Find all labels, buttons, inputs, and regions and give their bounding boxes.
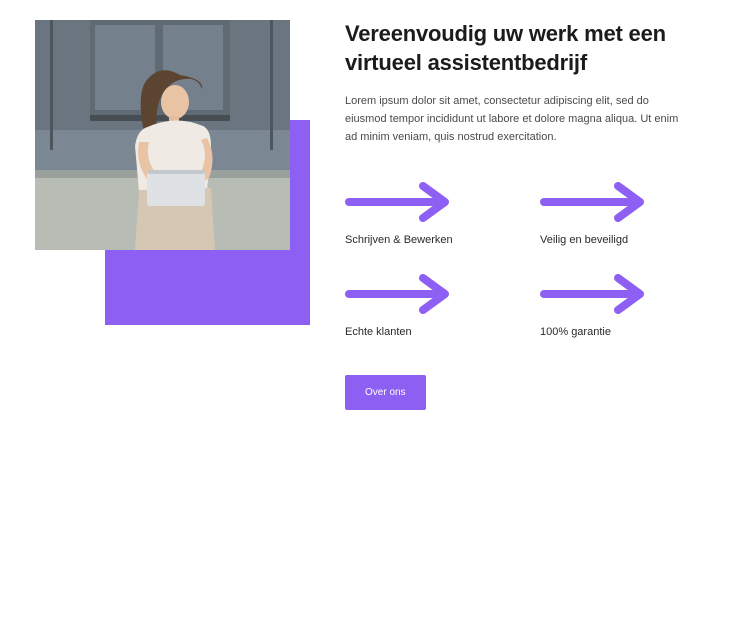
page-heading: Vereenvoudig uw werk met een virtueel as… bbox=[345, 20, 715, 77]
feature-label: Veilig en beveiligd bbox=[540, 234, 715, 246]
hero-image bbox=[35, 20, 290, 250]
about-button[interactable]: Over ons bbox=[345, 375, 426, 410]
page-container: Vereenvoudig uw werk met een virtueel as… bbox=[0, 0, 750, 430]
right-column: Vereenvoudig uw werk met een virtueel as… bbox=[345, 20, 715, 410]
arrow-right-icon bbox=[540, 182, 660, 222]
arrow-right-icon bbox=[540, 274, 660, 314]
arrow-right-icon bbox=[345, 274, 465, 314]
arrow-right-icon bbox=[345, 182, 465, 222]
feature-item: Echte klanten bbox=[345, 274, 520, 338]
feature-item: Veilig en beveiligd bbox=[540, 182, 715, 246]
feature-label: Echte klanten bbox=[345, 326, 520, 338]
feature-label: Schrijven & Bewerken bbox=[345, 234, 520, 246]
left-column bbox=[35, 20, 315, 300]
features-grid: Schrijven & Bewerken Veilig en beveiligd bbox=[345, 182, 715, 338]
body-text: Lorem ipsum dolor sit amet, consectetur … bbox=[345, 92, 685, 146]
feature-item: 100% garantie bbox=[540, 274, 715, 338]
feature-label: 100% garantie bbox=[540, 326, 715, 338]
feature-item: Schrijven & Bewerken bbox=[345, 182, 520, 246]
